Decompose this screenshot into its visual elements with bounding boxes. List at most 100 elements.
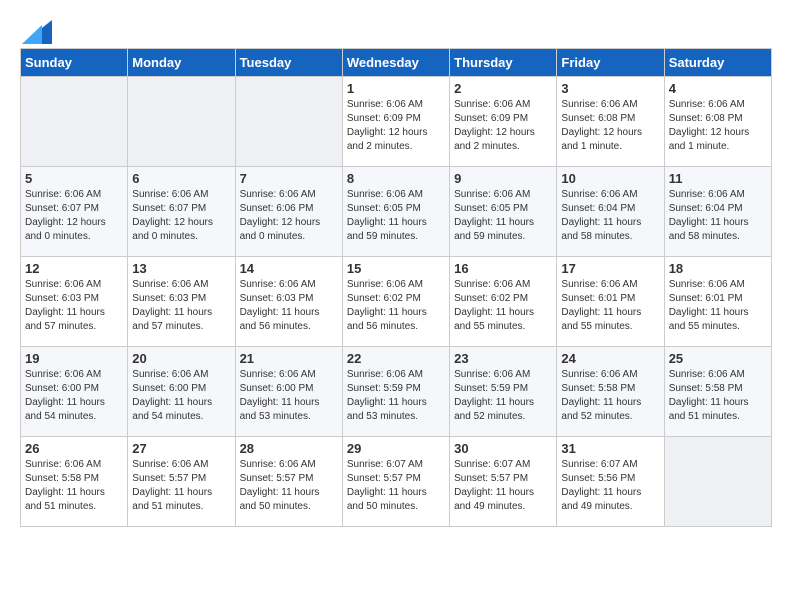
day-number: 5 — [25, 171, 123, 186]
calendar-cell: 19 Sunrise: 6:06 AM Sunset: 6:00 PM Dayli… — [21, 347, 128, 437]
day-number: 14 — [240, 261, 338, 276]
calendar-cell — [664, 437, 771, 527]
day-info: Sunrise: 6:06 AM Sunset: 6:04 PM Dayligh… — [669, 188, 767, 244]
calendar-cell: 16Sunrise: 6:06 AM Sunset: 6:02 PM Dayli… — [450, 257, 557, 347]
calendar-cell: 8Sunrise: 6:06 AM Sunset: 6:05 PM Daylig… — [342, 167, 449, 257]
calendar-table: SundayMondayTuesdayWednesdayThursdayFrid… — [20, 48, 772, 527]
day-number: 6 — [132, 171, 230, 186]
day-info: Sunrise: 6:06 AM Sunset: 6:09 PM Dayligh… — [454, 98, 552, 154]
day-number: 26 — [25, 441, 123, 456]
day-number: 24 — [561, 351, 659, 366]
day-info: Sunrise: 6:06 AM Sunset: 6:00 PM Dayligh… — [240, 368, 338, 424]
day-number: 10 — [561, 171, 659, 186]
day-info: Sunrise: 6:06 AM Sunset: 6:03 PM Dayligh… — [240, 278, 338, 334]
calendar-cell — [235, 77, 342, 167]
logo-icon — [22, 20, 52, 44]
calendar-cell: 27 Sunrise: 6:06 AM Sunset: 5:57 PM Dayli… — [128, 437, 235, 527]
day-info: Sunrise: 6:06 AM Sunset: 6:00 PM Dayligh… — [25, 368, 123, 424]
calendar-cell: 12 Sunrise: 6:06 AM Sunset: 6:03 PM Dayli… — [21, 257, 128, 347]
calendar-cell: 29 Sunrise: 6:07 AM Sunset: 5:57 PM Dayli… — [342, 437, 449, 527]
day-number: 23 — [454, 351, 552, 366]
calendar-cell: 5Sunrise: 6:06 AM Sunset: 6:07 PM Daylig… — [21, 167, 128, 257]
calendar-cell: 7Sunrise: 6:06 AM Sunset: 6:06 PM Daylig… — [235, 167, 342, 257]
calendar-cell: 22 Sunrise: 6:06 AM Sunset: 5:59 PM Dayli… — [342, 347, 449, 437]
calendar-cell: 28 Sunrise: 6:06 AM Sunset: 5:57 PM Dayli… — [235, 437, 342, 527]
calendar-cell: 4 Sunrise: 6:06 AM Sunset: 6:08 PM Daylig… — [664, 77, 771, 167]
day-info: Sunrise: 6:06 AM Sunset: 6:08 PM Dayligh… — [561, 98, 659, 154]
day-info: Sunrise: 6:06 AM Sunset: 6:02 PM Dayligh… — [347, 278, 445, 334]
day-number: 1 — [347, 81, 445, 96]
day-info: Sunrise: 6:06 AM Sunset: 5:58 PM Dayligh… — [25, 458, 123, 514]
calendar-cell: 25 Sunrise: 6:06 AM Sunset: 5:58 PM Dayli… — [664, 347, 771, 437]
calendar-cell — [21, 77, 128, 167]
calendar-cell: 13 Sunrise: 6:06 AM Sunset: 6:03 PM Dayli… — [128, 257, 235, 347]
day-info: Sunrise: 6:07 AM Sunset: 5:56 PM Dayligh… — [561, 458, 659, 514]
day-number: 28 — [240, 441, 338, 456]
calendar-cell: 18 Sunrise: 6:06 AM Sunset: 6:01 PM Dayli… — [664, 257, 771, 347]
day-info: Sunrise: 6:06 AM Sunset: 6:03 PM Dayligh… — [132, 278, 230, 334]
day-info: Sunrise: 6:06 AM Sunset: 5:58 PM Dayligh… — [561, 368, 659, 424]
calendar-cell: 14 Sunrise: 6:06 AM Sunset: 6:03 PM Dayli… — [235, 257, 342, 347]
day-info: Sunrise: 6:06 AM Sunset: 5:59 PM Dayligh… — [347, 368, 445, 424]
day-number: 4 — [669, 81, 767, 96]
day-info: Sunrise: 6:06 AM Sunset: 6:05 PM Dayligh… — [347, 188, 445, 244]
day-info: Sunrise: 6:06 AM Sunset: 6:01 PM Dayligh… — [561, 278, 659, 334]
calendar-cell: 23 Sunrise: 6:06 AM Sunset: 5:59 PM Dayli… — [450, 347, 557, 437]
day-info: Sunrise: 6:07 AM Sunset: 5:57 PM Dayligh… — [347, 458, 445, 514]
calendar-cell: 3 Sunrise: 6:06 AM Sunset: 6:08 PM Daylig… — [557, 77, 664, 167]
calendar-cell: 21 Sunrise: 6:06 AM Sunset: 6:00 PM Dayli… — [235, 347, 342, 437]
day-number: 22 — [347, 351, 445, 366]
day-number: 13 — [132, 261, 230, 276]
day-info: Sunrise: 6:06 AM Sunset: 6:07 PM Dayligh… — [132, 188, 230, 244]
day-number: 21 — [240, 351, 338, 366]
day-header-monday: Monday — [128, 49, 235, 77]
day-header-tuesday: Tuesday — [235, 49, 342, 77]
day-header-wednesday: Wednesday — [342, 49, 449, 77]
day-number: 11 — [669, 171, 767, 186]
day-info: Sunrise: 6:06 AM Sunset: 5:57 PM Dayligh… — [132, 458, 230, 514]
calendar-cell: 31 Sunrise: 6:07 AM Sunset: 5:56 PM Dayli… — [557, 437, 664, 527]
calendar-cell: 9 Sunrise: 6:06 AM Sunset: 6:05 PM Daylig… — [450, 167, 557, 257]
day-number: 27 — [132, 441, 230, 456]
calendar-cell: 2 Sunrise: 6:06 AM Sunset: 6:09 PM Daylig… — [450, 77, 557, 167]
day-info: Sunrise: 6:06 AM Sunset: 5:59 PM Dayligh… — [454, 368, 552, 424]
page-header — [20, 20, 772, 38]
day-number: 17 — [561, 261, 659, 276]
calendar-cell: 30Sunrise: 6:07 AM Sunset: 5:57 PM Dayli… — [450, 437, 557, 527]
day-number: 9 — [454, 171, 552, 186]
calendar-cell: 10 Sunrise: 6:06 AM Sunset: 6:04 PM Dayli… — [557, 167, 664, 257]
day-info: Sunrise: 6:06 AM Sunset: 6:03 PM Dayligh… — [25, 278, 123, 334]
day-number: 20 — [132, 351, 230, 366]
calendar-cell — [128, 77, 235, 167]
day-header-sunday: Sunday — [21, 49, 128, 77]
logo — [20, 20, 52, 38]
day-number: 16 — [454, 261, 552, 276]
day-number: 2 — [454, 81, 552, 96]
day-number: 7 — [240, 171, 338, 186]
calendar-cell: 11 Sunrise: 6:06 AM Sunset: 6:04 PM Dayli… — [664, 167, 771, 257]
day-number: 25 — [669, 351, 767, 366]
day-number: 29 — [347, 441, 445, 456]
calendar-cell: 17 Sunrise: 6:06 AM Sunset: 6:01 PM Dayli… — [557, 257, 664, 347]
calendar-cell: 20Sunrise: 6:06 AM Sunset: 6:00 PM Dayli… — [128, 347, 235, 437]
calendar-cell: 1 Sunrise: 6:06 AM Sunset: 6:09 PM Daylig… — [342, 77, 449, 167]
day-number: 19 — [25, 351, 123, 366]
day-header-saturday: Saturday — [664, 49, 771, 77]
day-info: Sunrise: 6:06 AM Sunset: 6:09 PM Dayligh… — [347, 98, 445, 154]
calendar-cell: 26 Sunrise: 6:06 AM Sunset: 5:58 PM Dayli… — [21, 437, 128, 527]
day-info: Sunrise: 6:06 AM Sunset: 5:58 PM Dayligh… — [669, 368, 767, 424]
day-number: 3 — [561, 81, 659, 96]
calendar-cell: 24 Sunrise: 6:06 AM Sunset: 5:58 PM Dayli… — [557, 347, 664, 437]
day-number: 12 — [25, 261, 123, 276]
day-info: Sunrise: 6:06 AM Sunset: 6:08 PM Dayligh… — [669, 98, 767, 154]
day-number: 30 — [454, 441, 552, 456]
calendar-cell: 15 Sunrise: 6:06 AM Sunset: 6:02 PM Dayli… — [342, 257, 449, 347]
day-info: Sunrise: 6:06 AM Sunset: 6:05 PM Dayligh… — [454, 188, 552, 244]
day-number: 15 — [347, 261, 445, 276]
calendar-cell: 6 Sunrise: 6:06 AM Sunset: 6:07 PM Daylig… — [128, 167, 235, 257]
day-number: 31 — [561, 441, 659, 456]
day-info: Sunrise: 6:06 AM Sunset: 6:04 PM Dayligh… — [561, 188, 659, 244]
day-info: Sunrise: 6:06 AM Sunset: 5:57 PM Dayligh… — [240, 458, 338, 514]
day-number: 18 — [669, 261, 767, 276]
day-info: Sunrise: 6:06 AM Sunset: 6:01 PM Dayligh… — [669, 278, 767, 334]
